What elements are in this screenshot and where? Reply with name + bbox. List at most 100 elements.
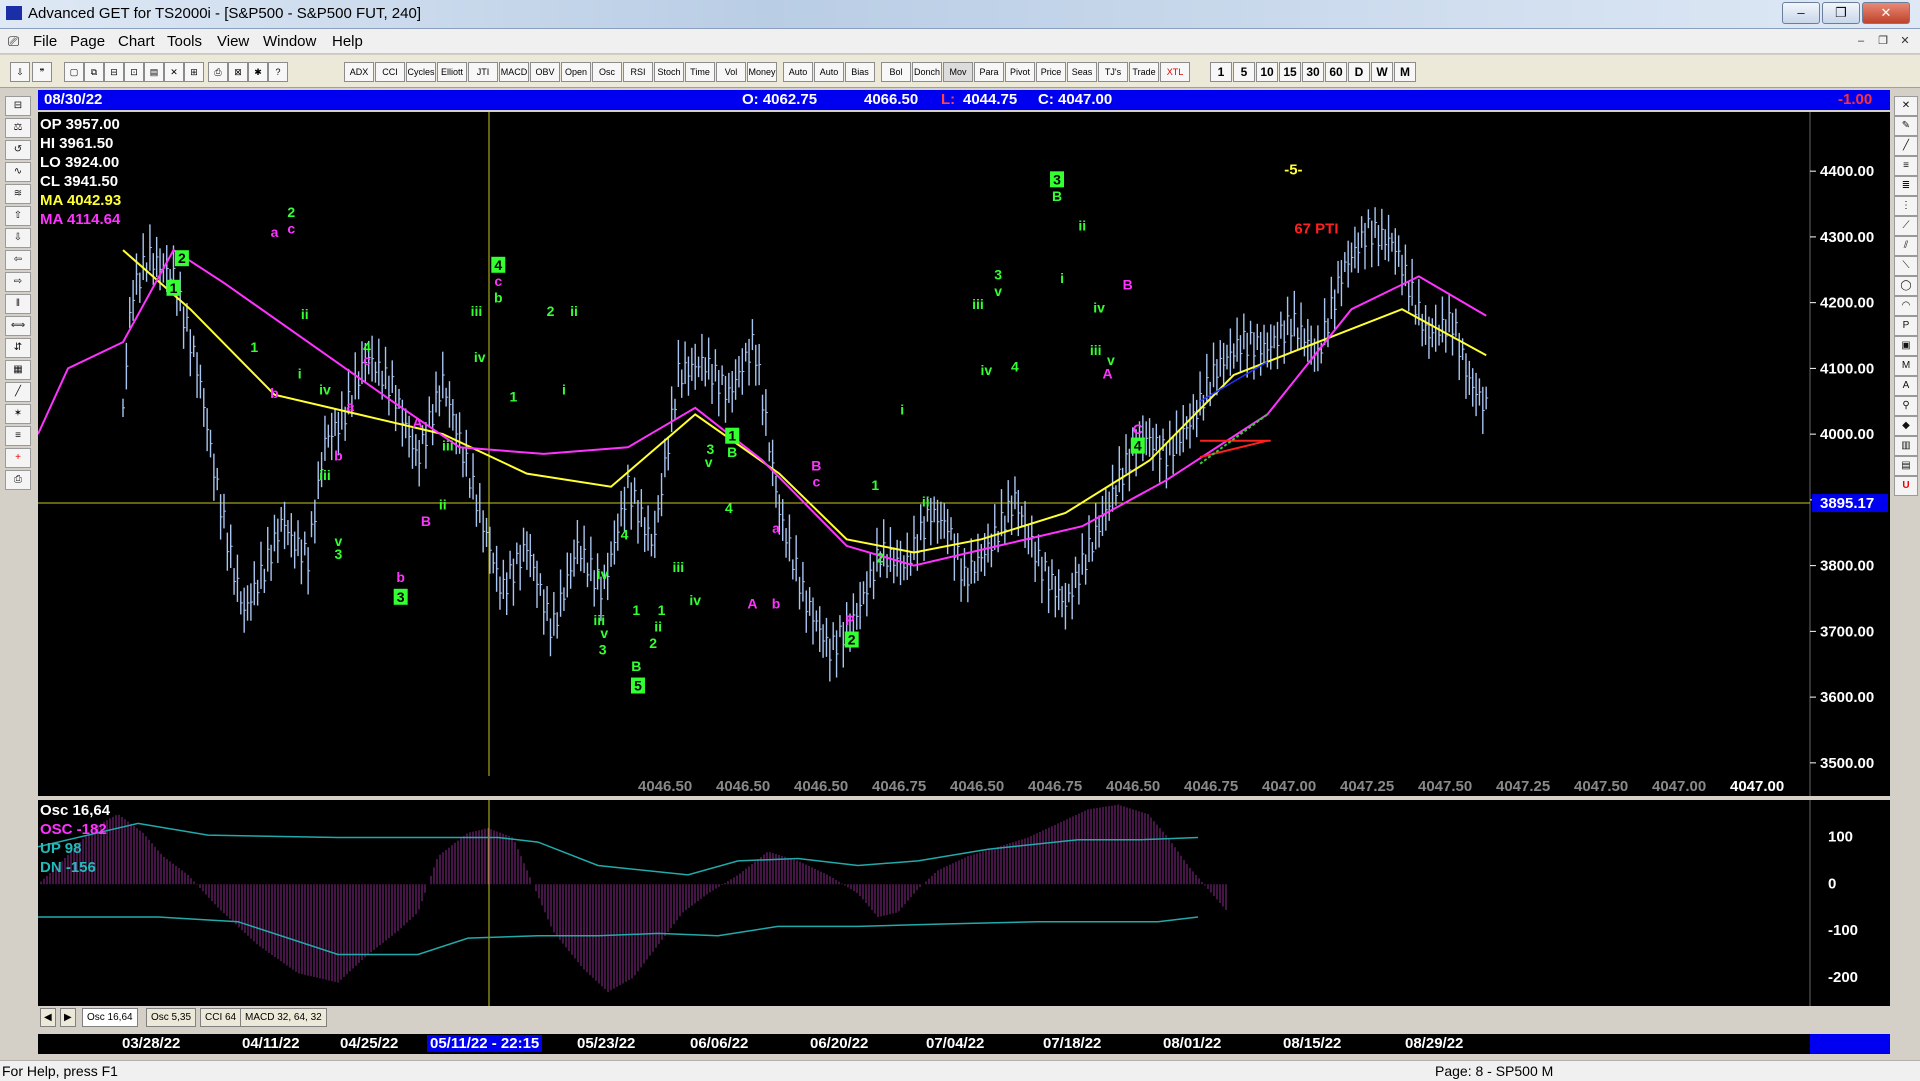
layout-icon[interactable]: ▤ (144, 62, 164, 82)
ellipse-icon[interactable]: ◯ (1894, 276, 1918, 296)
study-button-stoch[interactable]: Stoch (654, 62, 684, 82)
expand-icon[interactable]: ⟺ (5, 316, 31, 336)
interval-button-5[interactable]: 5 (1233, 62, 1255, 82)
study-button-xtl[interactable]: XTL (1160, 62, 1190, 82)
text-tool-icon[interactable]: A (1894, 376, 1918, 396)
zoom-icon[interactable]: ⚲ (1894, 396, 1918, 416)
print-icon[interactable]: ⎙ (208, 62, 228, 82)
interval-button-60[interactable]: 60 (1325, 62, 1347, 82)
price-chart-svg[interactable]: 4400.004300.004200.004100.004000.003900.… (38, 112, 1890, 796)
study-button-adx-dmi[interactable]: ADX DMI (344, 62, 374, 82)
study-button-money-flow[interactable]: Money Flow (747, 62, 777, 82)
mdi-restore-button[interactable]: ❐ (1874, 33, 1892, 49)
print-chart-icon[interactable]: ⎙ (5, 470, 31, 490)
tab-next-button[interactable]: ▶ (60, 1008, 76, 1027)
mdi-minimize-button[interactable]: – (1852, 33, 1870, 49)
menu-page[interactable]: Page (70, 33, 105, 50)
scroll-right-icon[interactable]: ⇨ (5, 272, 31, 292)
interval-button-30[interactable]: 30 (1302, 62, 1324, 82)
menu-help[interactable]: Help (332, 33, 363, 50)
compress-icon[interactable]: ⇵ (5, 338, 31, 358)
study-button-rsi[interactable]: RSI (623, 62, 653, 82)
oscillator-panel[interactable]: 195 100 0 -100 -200 Osc 16,64 OSC -182 UP 98… (38, 800, 1890, 1006)
open-icon[interactable]: ⊟ (104, 62, 124, 82)
mdi-close-button[interactable]: ✕ (1896, 33, 1914, 49)
pti-icon[interactable]: P (1894, 316, 1918, 336)
undo-icon[interactable]: U (1894, 476, 1918, 496)
interval-button-d[interactable]: D (1348, 62, 1370, 82)
interval-button-1[interactable]: 1 (1210, 62, 1232, 82)
study-button-auto-gann[interactable]: Auto Gann (783, 62, 813, 82)
study-button-seas-onals[interactable]: Seas onals (1067, 62, 1097, 82)
grid-icon[interactable]: ▦ (5, 360, 31, 380)
fan-icon[interactable]: ⟋ (1894, 216, 1918, 236)
menu-window[interactable]: Window (263, 33, 316, 50)
copy-icon[interactable]: ⧉ (84, 62, 104, 82)
study-button-time-clust[interactable]: Time Clust (685, 62, 715, 82)
minimize-button[interactable]: – (1782, 2, 1820, 24)
scroll-up-icon[interactable]: ⇧ (5, 206, 31, 226)
trendline-icon[interactable]: ╱ (1894, 136, 1918, 156)
study-button-bias[interactable]: Bias (845, 62, 875, 82)
channel-icon[interactable]: ⫽ (1894, 236, 1918, 256)
pin-icon[interactable]: ⇩ (10, 62, 30, 82)
lightbulb-icon[interactable]: ✱ (248, 62, 268, 82)
mob-icon[interactable]: M (1894, 356, 1918, 376)
study-button-vol[interactable]: Vol (716, 62, 746, 82)
regression-icon[interactable]: ⟍ (1894, 256, 1918, 276)
menu-file[interactable]: File (33, 33, 57, 50)
study-button-osc[interactable]: Osc (592, 62, 622, 82)
close-button[interactable]: ✕ (1862, 2, 1910, 24)
delete-icon[interactable]: ✕ (164, 62, 184, 82)
study-button-bol-band[interactable]: Bol Band (881, 62, 911, 82)
study-icon[interactable]: ∿ (5, 162, 31, 182)
interval-button-w[interactable]: W (1371, 62, 1393, 82)
menu-view[interactable]: View (217, 33, 249, 50)
fib-icon[interactable]: ≡ (5, 426, 31, 446)
study-button-pivot[interactable]: Pivot (1005, 62, 1035, 82)
marker-icon[interactable]: ◆ (1894, 416, 1918, 436)
fib-time-icon[interactable]: ⋮ (1894, 196, 1918, 216)
study-button-obv[interactable]: OBV (530, 62, 560, 82)
help-pointer-icon[interactable]: ? (268, 62, 288, 82)
study-button-mov-ave[interactable]: Mov Ave (943, 62, 973, 82)
study-button-elliott-trig[interactable]: Elliott Trig (437, 62, 467, 82)
menu-tools[interactable]: Tools (167, 33, 202, 50)
crosshair-icon[interactable]: + (5, 448, 31, 468)
save-icon[interactable]: ⊡ (124, 62, 144, 82)
tab-osc-16-64[interactable]: Osc 16,64 (82, 1008, 138, 1027)
study-button-cci[interactable]: CCI (375, 62, 405, 82)
study-button-trade-profile[interactable]: Trade Profile (1129, 62, 1159, 82)
bars-icon[interactable]: ‖ (5, 294, 31, 314)
study-button-donch[interactable]: Donch (912, 62, 942, 82)
square-icon[interactable]: ▣ (1894, 336, 1918, 356)
notes-icon[interactable]: ▤ (1894, 456, 1918, 476)
oscillator-svg[interactable]: 195 100 0 -100 -200 (38, 800, 1890, 1006)
template-icon[interactable]: ⊞ (184, 62, 204, 82)
ruler-icon[interactable]: ▥ (1894, 436, 1918, 456)
elliott-icon[interactable]: ≋ (5, 184, 31, 204)
study-button-tj-s-web[interactable]: TJ's Web (1098, 62, 1128, 82)
tab-macd[interactable]: MACD 32, 64, 32 (240, 1008, 327, 1027)
tab-cci-64[interactable]: CCI 64 (200, 1008, 242, 1027)
study-button-jti[interactable]: JTI (468, 62, 498, 82)
gann-icon[interactable]: ✶ (5, 404, 31, 424)
arc-icon[interactable]: ◠ (1894, 296, 1918, 316)
pencil-icon[interactable]: ✎ (1894, 116, 1918, 136)
study-button-open-int[interactable]: Open Int (561, 62, 591, 82)
open-chart-icon[interactable]: ⊟ (5, 96, 31, 116)
price-chart[interactable]: 4400.004300.004200.004100.004000.003900.… (38, 112, 1890, 796)
scale-icon[interactable]: ⚖ (5, 118, 31, 138)
scroll-left-icon[interactable]: ⇦ (5, 250, 31, 270)
reset-icon[interactable]: ↺ (5, 140, 31, 160)
scroll-down-icon[interactable]: ⇩ (5, 228, 31, 248)
mdi-doc-icon[interactable]: ⎚ (8, 33, 19, 50)
new-page-icon[interactable]: ▢ (64, 62, 84, 82)
study-button-auto-trend[interactable]: Auto Trend (814, 62, 844, 82)
interval-button-10[interactable]: 10 (1256, 62, 1278, 82)
study-button-para-bolic[interactable]: Para bolic (974, 62, 1004, 82)
lines-icon[interactable]: ╱ (5, 382, 31, 402)
maximize-button[interactable]: ❐ (1822, 2, 1860, 24)
interval-button-15[interactable]: 15 (1279, 62, 1301, 82)
fib-ret-icon[interactable]: ≡ (1894, 156, 1918, 176)
